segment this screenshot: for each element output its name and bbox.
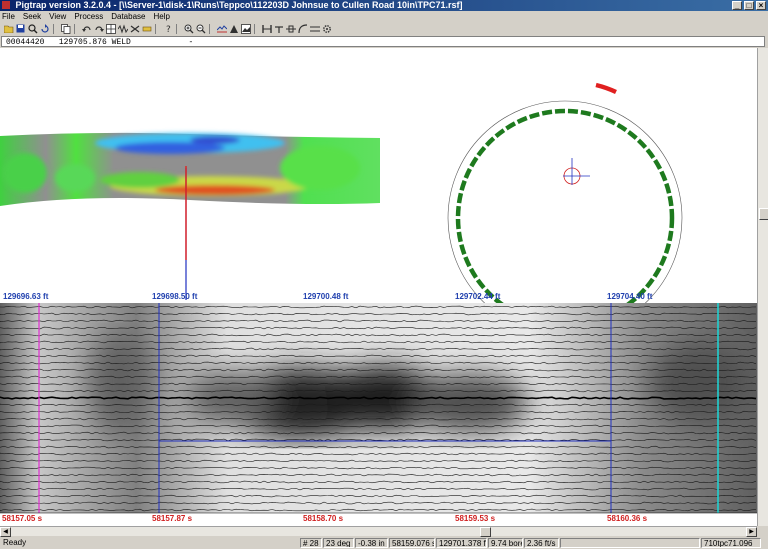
close-button[interactable]: ×	[756, 1, 766, 10]
toolbar-separator	[176, 23, 180, 34]
app-icon	[2, 1, 10, 9]
time-label: 58157.05 s	[2, 514, 43, 523]
window-title: Pigtrap version 3.2.0.4 - [\\Server-1\di…	[15, 0, 463, 10]
status-depth: -0.38 in	[355, 538, 388, 548]
redo-icon[interactable]	[93, 23, 104, 34]
status-time: 58159.076 s	[389, 538, 435, 548]
signal-icon[interactable]	[216, 23, 227, 34]
scroll-left-arrow-icon[interactable]: ◀	[0, 527, 11, 537]
tee-marker-icon[interactable]	[273, 23, 284, 34]
toolbar-separator	[254, 23, 258, 34]
search-icon[interactable]	[27, 23, 38, 34]
toolbar: ?	[0, 22, 768, 35]
vertical-scroll-thumb[interactable]	[759, 208, 768, 220]
sensor-ring-segments	[455, 108, 675, 328]
menu-view[interactable]: View	[45, 11, 70, 22]
status-distance: 129701.378 ft	[436, 538, 487, 548]
window-controls: _ □ ×	[732, 1, 766, 10]
rotate-icon[interactable]	[39, 23, 50, 34]
toolbar-separator	[155, 23, 159, 34]
waveform-icon[interactable]	[117, 23, 128, 34]
menu-database[interactable]: Database	[107, 11, 149, 22]
signal-trace-canvas	[0, 303, 757, 514]
status-sensor: # 28	[300, 538, 322, 548]
record-number: 00044420	[6, 38, 45, 47]
minimize-button[interactable]: _	[732, 1, 742, 10]
toolbar-separator	[209, 23, 213, 34]
toolbar-separator	[74, 23, 78, 34]
record-feature: WELD	[111, 38, 131, 47]
record-extra: -	[188, 38, 194, 47]
distance-label: 129696.63 ft	[3, 292, 49, 301]
image-icon[interactable]	[240, 23, 251, 34]
menu-seek[interactable]: Seek	[19, 11, 45, 22]
menu-bar: File Seek View Process Database Help	[0, 11, 768, 22]
grid-icon[interactable]	[105, 23, 116, 34]
sensor-ring	[447, 82, 683, 336]
status-speed: 2.36 ft/s	[524, 538, 559, 548]
copy-icon[interactable]	[60, 23, 71, 34]
alert-triangle-icon[interactable]	[228, 23, 239, 34]
status-file: 710tpc71.096	[701, 538, 761, 548]
status-bar: Ready # 28 23 deg -0.38 in 58159.076 s 1…	[0, 537, 768, 549]
status-ready: Ready	[3, 538, 27, 547]
vertical-scrollbar[interactable]	[757, 48, 768, 526]
menu-process[interactable]: Process	[70, 11, 107, 22]
status-empty	[560, 538, 700, 548]
settings-icon[interactable]	[321, 23, 332, 34]
record-info-bar: 00044420 129705.876 WELD -	[1, 36, 765, 47]
svg-text:?: ?	[166, 25, 171, 34]
undo-icon[interactable]	[81, 23, 92, 34]
time-label: 58158.70 s	[303, 514, 344, 523]
status-angle: 23 deg	[323, 538, 354, 548]
horizontal-scrollbar[interactable]: ◀ ▶	[0, 526, 757, 537]
distance-label: 129704.40 ft	[607, 292, 653, 301]
distance-label: 129702.44 ft	[455, 292, 501, 301]
bend-marker-icon[interactable]	[297, 23, 308, 34]
title-bar: Pigtrap version 3.2.0.4 - [\\Server-1\di…	[0, 0, 768, 11]
time-label: 58157.87 s	[152, 514, 193, 523]
pipe-view-canvas	[0, 82, 683, 336]
status-bore: 9.74 bore	[488, 538, 523, 548]
maximize-button[interactable]: □	[744, 1, 754, 10]
save-icon[interactable]	[15, 23, 26, 34]
signal-trace-panel[interactable]	[0, 303, 757, 526]
valve-marker-icon[interactable]	[285, 23, 296, 34]
valve-icon[interactable]	[129, 23, 140, 34]
sensor-alert-segment	[595, 82, 617, 95]
record-distance: 129705.876	[58, 38, 107, 47]
time-label: 58159.53 s	[455, 514, 496, 523]
pipe-view-panel[interactable]	[0, 48, 757, 336]
scroll-right-arrow-icon[interactable]: ▶	[746, 527, 757, 537]
horizontal-scroll-thumb[interactable]	[480, 527, 491, 537]
menu-file[interactable]: File	[0, 11, 19, 22]
zoom-out-icon[interactable]	[195, 23, 206, 34]
outer-ring	[447, 100, 683, 336]
marker-icon[interactable]	[141, 23, 152, 34]
help-icon[interactable]: ?	[162, 23, 173, 34]
flow-marker-icon[interactable]	[309, 23, 320, 34]
weld-marker-icon[interactable]	[261, 23, 272, 34]
open-folder-icon[interactable]	[3, 23, 14, 34]
toolbar-separator	[53, 23, 57, 34]
zoom-in-icon[interactable]	[183, 23, 194, 34]
menu-help[interactable]: Help	[149, 11, 173, 22]
distance-label: 129700.48 ft	[303, 292, 349, 301]
time-label: 58160.36 s	[607, 514, 648, 523]
distance-label: 129698.50 ft	[152, 292, 198, 301]
